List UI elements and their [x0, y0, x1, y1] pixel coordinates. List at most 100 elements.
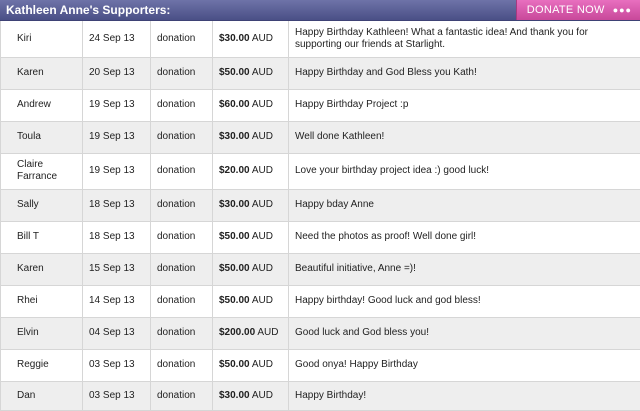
donation-date: 19 Sep 13: [83, 89, 151, 121]
donation-date: 18 Sep 13: [83, 221, 151, 253]
donation-amount-cell: $50.00 AUD: [213, 253, 289, 285]
donation-type: donation: [151, 221, 213, 253]
donation-message: Happy bday Anne: [289, 189, 640, 221]
supporter-name: Andrew: [1, 89, 83, 121]
table-row: Karen 20 Sep 13 donation $50.00 AUD Happ…: [1, 57, 640, 89]
table-row: Elvin 04 Sep 13 donation $200.00 AUD Goo…: [1, 317, 640, 349]
donation-amount-cell: $30.00 AUD: [213, 21, 289, 57]
donate-now-button[interactable]: DONATE NOW ●●●: [516, 0, 640, 20]
donation-currency: AUD: [252, 295, 273, 306]
supporter-name: Rhei: [1, 285, 83, 317]
donation-message: Happy Birthday Kathleen! What a fantasti…: [289, 21, 640, 57]
donation-type: donation: [151, 349, 213, 381]
donation-message: Good luck and God bless you!: [289, 317, 640, 349]
donation-currency: AUD: [252, 165, 273, 176]
donation-amount-cell: $30.00 AUD: [213, 189, 289, 221]
donation-amount-cell: $30.00 AUD: [213, 381, 289, 410]
donation-currency: AUD: [252, 359, 273, 370]
donation-message: Happy Birthday Project :p: [289, 89, 640, 121]
supporter-name: Elvin: [1, 317, 83, 349]
donation-currency: AUD: [257, 327, 278, 338]
donation-type: donation: [151, 21, 213, 57]
donation-type: donation: [151, 57, 213, 89]
donation-message: Beautiful initiative, Anne =)!: [289, 253, 640, 285]
donation-amount-cell: $60.00 AUD: [213, 89, 289, 121]
supporter-name: Kiri: [1, 21, 83, 57]
donation-amount: $60.00: [219, 99, 250, 110]
table-row: Sally 18 Sep 13 donation $30.00 AUD Happ…: [1, 189, 640, 221]
donation-type: donation: [151, 189, 213, 221]
donation-amount-cell: $50.00 AUD: [213, 285, 289, 317]
donation-date: 24 Sep 13: [83, 21, 151, 57]
donation-date: 18 Sep 13: [83, 189, 151, 221]
donation-currency: AUD: [252, 263, 273, 274]
donation-currency: AUD: [252, 390, 273, 401]
donation-amount: $30.00: [219, 131, 250, 142]
donation-type: donation: [151, 381, 213, 410]
donation-amount: $50.00: [219, 359, 250, 370]
supporter-name: Karen: [1, 253, 83, 285]
table-row: Karen 15 Sep 13 donation $50.00 AUD Beau…: [1, 253, 640, 285]
table-row: Kiri 24 Sep 13 donation $30.00 AUD Happy…: [1, 21, 640, 57]
donation-amount: $50.00: [219, 295, 250, 306]
donation-type: donation: [151, 285, 213, 317]
donation-currency: AUD: [252, 99, 273, 110]
donation-amount: $30.00: [219, 390, 250, 401]
donate-now-label: DONATE NOW: [527, 4, 605, 16]
supporter-name: Bill T: [1, 221, 83, 253]
table-row: Bill T 18 Sep 13 donation $50.00 AUD Nee…: [1, 221, 640, 253]
donation-amount: $50.00: [219, 67, 250, 78]
supporter-name: Dan: [1, 381, 83, 410]
donation-amount-cell: $30.00 AUD: [213, 121, 289, 153]
donation-message: Love your birthday project idea :) good …: [289, 153, 640, 189]
donation-date: 15 Sep 13: [83, 253, 151, 285]
supporter-name: Sally: [1, 189, 83, 221]
donation-currency: AUD: [252, 131, 273, 142]
donation-amount: $20.00: [219, 165, 250, 176]
donation-type: donation: [151, 317, 213, 349]
supporters-header: Kathleen Anne's Supporters: DONATE NOW ●…: [0, 0, 640, 21]
dots-icon: ●●●: [613, 5, 632, 15]
table-row: Reggie 03 Sep 13 donation $50.00 AUD Goo…: [1, 349, 640, 381]
donation-date: 19 Sep 13: [83, 153, 151, 189]
donation-message: Need the photos as proof! Well done girl…: [289, 221, 640, 253]
donation-amount: $30.00: [219, 199, 250, 210]
supporter-name: Claire Farrance: [1, 153, 83, 189]
donation-currency: AUD: [252, 231, 273, 242]
supporter-name: Karen: [1, 57, 83, 89]
table-row: Rhei 14 Sep 13 donation $50.00 AUD Happy…: [1, 285, 640, 317]
donation-message: Good onya! Happy Birthday: [289, 349, 640, 381]
table-row: Claire Farrance 19 Sep 13 donation $20.0…: [1, 153, 640, 189]
donation-type: donation: [151, 253, 213, 285]
donation-date: 04 Sep 13: [83, 317, 151, 349]
donation-amount-cell: $50.00 AUD: [213, 57, 289, 89]
supporters-table: Kiri 24 Sep 13 donation $30.00 AUD Happy…: [0, 21, 640, 411]
donation-type: donation: [151, 121, 213, 153]
donation-amount-cell: $50.00 AUD: [213, 349, 289, 381]
donation-type: donation: [151, 89, 213, 121]
donation-amount-cell: $20.00 AUD: [213, 153, 289, 189]
donation-amount: $50.00: [219, 231, 250, 242]
donation-date: 03 Sep 13: [83, 381, 151, 410]
donation-amount: $50.00: [219, 263, 250, 274]
donation-type: donation: [151, 153, 213, 189]
donation-message: Happy Birthday and God Bless you Kath!: [289, 57, 640, 89]
table-row: Dan 03 Sep 13 donation $30.00 AUD Happy …: [1, 381, 640, 410]
donation-amount-cell: $200.00 AUD: [213, 317, 289, 349]
donation-currency: AUD: [252, 33, 273, 44]
donation-currency: AUD: [252, 199, 273, 210]
donation-currency: AUD: [252, 67, 273, 78]
donation-date: 19 Sep 13: [83, 121, 151, 153]
donation-amount: $200.00: [219, 327, 255, 338]
donation-date: 20 Sep 13: [83, 57, 151, 89]
donation-message: Happy Birthday!: [289, 381, 640, 410]
supporter-name: Toula: [1, 121, 83, 153]
donation-message: Happy birthday! Good luck and god bless!: [289, 285, 640, 317]
donation-amount-cell: $50.00 AUD: [213, 221, 289, 253]
supporters-title: Kathleen Anne's Supporters:: [6, 3, 170, 17]
donation-date: 03 Sep 13: [83, 349, 151, 381]
table-row: Toula 19 Sep 13 donation $30.00 AUD Well…: [1, 121, 640, 153]
supporter-name: Reggie: [1, 349, 83, 381]
donation-amount: $30.00: [219, 33, 250, 44]
donation-message: Well done Kathleen!: [289, 121, 640, 153]
